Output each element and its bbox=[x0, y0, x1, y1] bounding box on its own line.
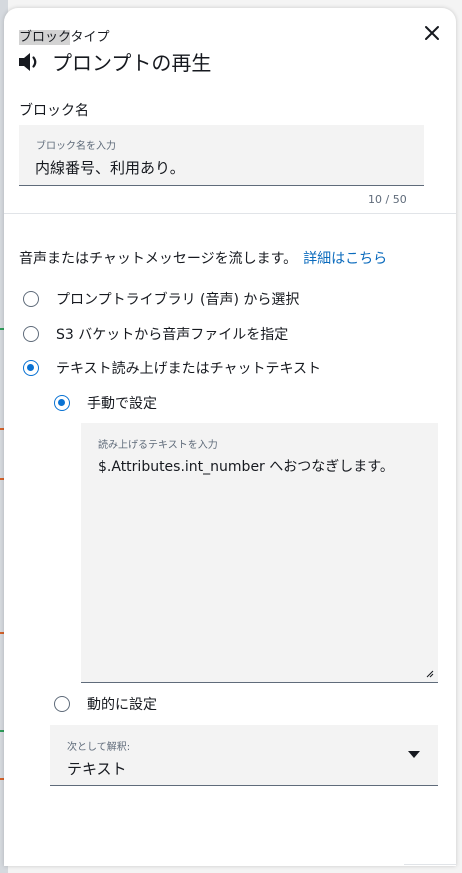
page-title: プロンプトの再生 bbox=[52, 51, 212, 75]
radio-manual[interactable] bbox=[54, 395, 70, 411]
divider bbox=[4, 213, 456, 214]
block-type-label: ブロックタイプ bbox=[19, 26, 110, 45]
block-description: 音声またはチャットメッセージを流します。 詳細はこちら bbox=[19, 248, 387, 268]
speech-text-placeholder: 読み上げるテキストを入力 bbox=[98, 440, 218, 451]
radio-s3-bucket-label[interactable]: S3 バケットから音声ファイルを指定 bbox=[56, 324, 288, 344]
speaker-icon bbox=[19, 52, 37, 71]
interpret-as-select[interactable]: 次として解釈: テキスト bbox=[50, 725, 438, 786]
block-type-suffix: タイプ bbox=[70, 30, 110, 45]
radio-manual-label[interactable]: 手動で設定 bbox=[87, 393, 157, 413]
resize-handle-icon[interactable] bbox=[424, 668, 434, 678]
radio-prompt-library[interactable] bbox=[23, 291, 39, 307]
close-icon bbox=[425, 26, 439, 40]
radio-text-to-speech[interactable] bbox=[23, 360, 39, 376]
character-counter: 10 / 50 bbox=[368, 193, 407, 206]
radio-text-to-speech-label[interactable]: テキスト読み上げまたはチャットテキスト bbox=[56, 358, 321, 378]
interpret-as-label: 次として解釈: bbox=[67, 742, 131, 753]
block-name-placeholder: ブロック名を入力 bbox=[36, 141, 116, 152]
description-text: 音声またはチャットメッセージを流します。 bbox=[19, 251, 298, 267]
block-type-prefix: ブロック bbox=[19, 30, 71, 45]
speech-text-value: $.Attributes.int_number へおつなぎします。 bbox=[98, 459, 394, 475]
block-name-value: 内線番号、利用あり。 bbox=[35, 159, 185, 177]
block-name-label: ブロック名 bbox=[19, 103, 89, 119]
close-button[interactable] bbox=[421, 22, 443, 44]
speech-text-input[interactable]: 読み上げるテキストを入力 $.Attributes.int_number へおつ… bbox=[81, 423, 438, 683]
block-name-input[interactable]: ブロック名を入力 内線番号、利用あり。 bbox=[19, 125, 424, 186]
radio-dynamic-label[interactable]: 動的に設定 bbox=[87, 694, 157, 714]
divider bbox=[404, 864, 456, 865]
interpret-as-value: テキスト bbox=[67, 760, 127, 778]
radio-s3-bucket[interactable] bbox=[23, 326, 39, 342]
learn-more-link[interactable]: 詳細はこちら bbox=[303, 251, 387, 267]
radio-dynamic[interactable] bbox=[54, 696, 70, 712]
caret-down-icon bbox=[408, 751, 420, 758]
radio-prompt-library-label[interactable]: プロンプトライブラリ (音声) から選択 bbox=[56, 289, 299, 309]
block-title: プロンプトの再生 bbox=[17, 47, 211, 76]
block-properties-panel: ブロックタイプ プロンプトの再生 ブロック名 ブロック名を入力 内線番号、利用あ… bbox=[4, 8, 456, 866]
